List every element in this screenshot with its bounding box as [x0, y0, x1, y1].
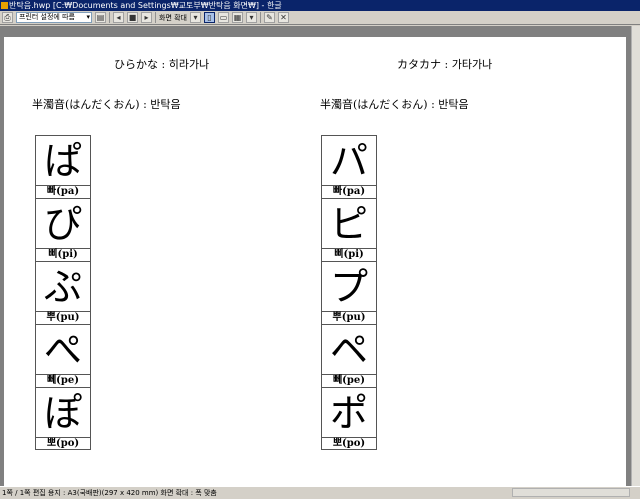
katakana-table: パ 빠(pa) ピ 삐(pi) プ 뿌(pu) ペ 뻬(pe) ポ 뽀(po): [321, 135, 377, 450]
kana-cell: ぴ 삐(pi): [35, 198, 91, 261]
hiragana-table: ぱ 빠(pa) ぴ 삐(pi) ぷ 뿌(pu) ぺ 뻬(pe) ぽ 뽀(po): [35, 135, 91, 450]
kana-reading: 뿌(pu): [332, 312, 366, 323]
kana-cell: ぷ 뿌(pu): [35, 261, 91, 324]
kana-reading: 삐(pi): [334, 249, 364, 260]
kana-reading: 빠(pa): [332, 186, 366, 197]
close-preview-icon[interactable]: ✕: [278, 12, 289, 23]
kana-char: ピ: [322, 199, 376, 249]
kana-char: ぺ: [36, 325, 90, 375]
zoom-label[interactable]: 화면 확대: [159, 13, 187, 23]
kana-reading: 뻬(pe): [46, 375, 80, 386]
kana-cell: ぽ 뽀(po): [35, 387, 91, 450]
kana-char: パ: [322, 136, 376, 186]
toolbar-separator: [109, 12, 110, 23]
window-title: 반탁음.hwp [C:₩Documents and Settings₩교토부₩반…: [9, 1, 282, 10]
stop-icon[interactable]: ■: [127, 12, 138, 23]
kana-char: ぽ: [36, 388, 90, 438]
prev-page-icon[interactable]: ◂: [113, 12, 124, 23]
hiragana-header: ひらかな : 히라가나: [114, 58, 210, 71]
kana-cell: ピ 삐(pi): [321, 198, 377, 261]
toolbar-separator: [260, 12, 261, 23]
kana-char: ぴ: [36, 199, 90, 249]
kana-char: ぱ: [36, 136, 90, 186]
page-setup-icon[interactable]: ▤: [95, 12, 106, 23]
window-title-bar[interactable]: 반탁음.hwp [C:₩Documents and Settings₩교토부₩반…: [0, 0, 640, 11]
kana-cell: ペ 뻬(pe): [321, 324, 377, 387]
print-icon[interactable]: ⎙: [2, 12, 13, 23]
kana-cell: ぱ 빠(pa): [35, 135, 91, 198]
edit-icon[interactable]: ✎: [264, 12, 275, 23]
kana-reading: 뽀(po): [46, 438, 80, 449]
kana-char: ペ: [322, 325, 376, 375]
horizontal-scrollbar[interactable]: [512, 488, 630, 497]
kana-reading: 삐(pi): [48, 249, 78, 260]
view-dropdown-icon[interactable]: ▾: [246, 12, 257, 23]
kana-cell: ポ 뽀(po): [321, 387, 377, 450]
right-term-line: 半濁音(はんだくおん) : 반탁음: [320, 98, 469, 111]
kana-char: ポ: [322, 388, 376, 438]
document-page: ひらかな : 히라가나 カタカナ : 가타가나 半濁音(はんだくおん) : 반탁…: [4, 37, 626, 497]
zoom-dropdown-icon[interactable]: ▾: [190, 12, 201, 23]
kana-cell: ぺ 뻬(pe): [35, 324, 91, 387]
two-page-view-icon[interactable]: ▭: [218, 12, 229, 23]
toolbar: ⎙ 프린터 설정에 따름 ▤ ◂ ■ ▸ 화면 확대 ▾ ▯ ▭ ▦ ▾ ✎ ✕: [0, 11, 640, 25]
document-workspace: ひらかな : 히라가나 カタカナ : 가타가나 半濁音(はんだくおん) : 반탁…: [0, 26, 640, 497]
kana-char: ぷ: [36, 262, 90, 312]
vertical-scrollbar[interactable]: [631, 26, 640, 486]
kana-reading: 뻬(pe): [332, 375, 366, 386]
kana-char: プ: [322, 262, 376, 312]
kana-reading: 빠(pa): [46, 186, 80, 197]
print-setting-select[interactable]: 프린터 설정에 따름: [16, 12, 92, 23]
kana-reading: 뿌(pu): [46, 312, 80, 323]
kana-reading: 뽀(po): [332, 438, 366, 449]
hwp-app-icon: [1, 2, 8, 9]
status-text: 1쪽 / 1쪽 편집 용지 : A3(국배판)(297 x 420 mm) 화면…: [2, 489, 217, 497]
kana-cell: プ 뿌(pu): [321, 261, 377, 324]
kana-cell: パ 빠(pa): [321, 135, 377, 198]
katakana-header: カタカナ : 가타가나: [397, 58, 493, 71]
next-page-icon[interactable]: ▸: [141, 12, 152, 23]
single-page-view-icon[interactable]: ▯: [204, 12, 215, 23]
left-term-line: 半濁音(はんだくおん) : 반탁음: [32, 98, 181, 111]
multi-page-view-icon[interactable]: ▦: [232, 12, 243, 23]
toolbar-separator: [155, 12, 156, 23]
